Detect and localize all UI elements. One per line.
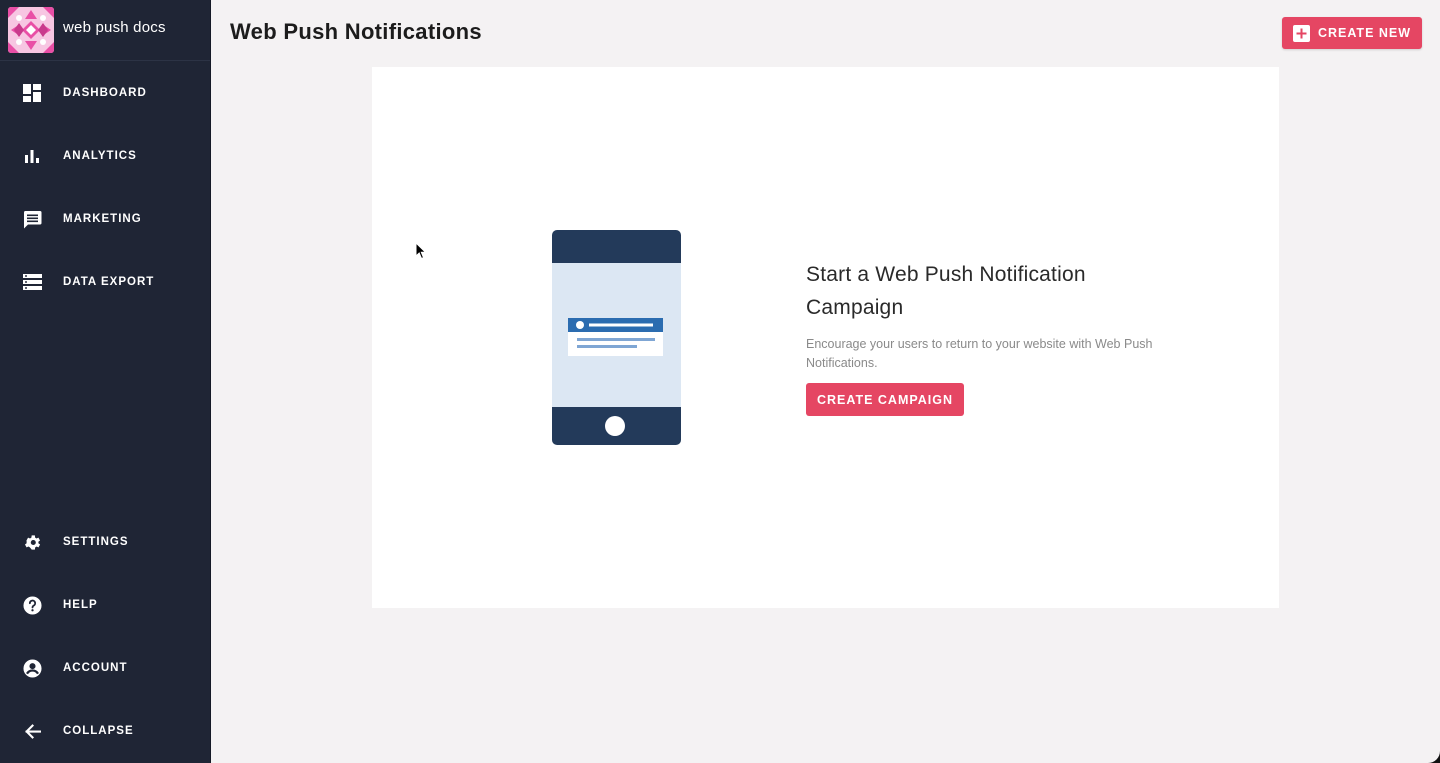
mouse-cursor-icon (415, 241, 427, 265)
create-new-label: CREATE NEW (1317, 26, 1412, 40)
sidebar-item-label: ACCOUNT (63, 662, 128, 674)
sidebar-item-label: SETTINGS (63, 536, 129, 548)
brand[interactable]: web push docs (0, 0, 210, 61)
empty-state-title: Start a Web Push Notification Campaign (806, 263, 1086, 319)
sidebar-item-collapse[interactable]: COLLAPSE (0, 711, 210, 751)
create-new-button[interactable]: CREATE NEW (1282, 17, 1422, 49)
sidebar-item-label: COLLAPSE (63, 725, 134, 737)
app-window: web push docs DASHBOARD ANALYTICS MARKET… (0, 0, 1440, 763)
sidebar-item-help[interactable]: HELP (0, 585, 210, 625)
sidebar: web push docs DASHBOARD ANALYTICS MARKET… (0, 0, 211, 763)
sidebar-item-label: ANALYTICS (63, 150, 137, 162)
sidebar-item-label: DASHBOARD (63, 87, 147, 99)
brand-logo (8, 7, 54, 53)
page-title: Web Push Notifications (230, 19, 482, 44)
brand-name: web push docs (63, 18, 166, 36)
plus-icon (1292, 24, 1310, 42)
sidebar-item-settings[interactable]: SETTINGS (0, 522, 210, 562)
empty-state-card: Start a Web Push Notification Campaign E… (372, 67, 1279, 608)
sidebar-item-account[interactable]: ACCOUNT (0, 648, 210, 688)
create-campaign-button[interactable]: CREATE CAMPAIGN (806, 383, 964, 416)
sidebar-item-label: MARKETING (63, 213, 142, 225)
dashboard-icon (22, 83, 42, 103)
list-icon (22, 272, 42, 292)
gear-icon (22, 532, 42, 552)
sidebar-item-marketing[interactable]: MARKETING (0, 199, 210, 239)
sidebar-item-data-export[interactable]: DATA EXPORT (0, 262, 210, 302)
arrow-left-icon (22, 721, 42, 741)
account-icon (22, 658, 42, 678)
sidebar-item-dashboard[interactable]: DASHBOARD (0, 73, 210, 113)
phone-illustration (552, 230, 682, 451)
help-icon (22, 595, 42, 615)
message-icon (22, 209, 42, 229)
empty-state-description: Encourage your users to return to your w… (806, 337, 1153, 370)
sidebar-item-label: DATA EXPORT (63, 276, 155, 288)
sidebar-item-analytics[interactable]: ANALYTICS (0, 136, 210, 176)
sidebar-item-label: HELP (63, 599, 98, 611)
bar-chart-icon (22, 146, 42, 166)
